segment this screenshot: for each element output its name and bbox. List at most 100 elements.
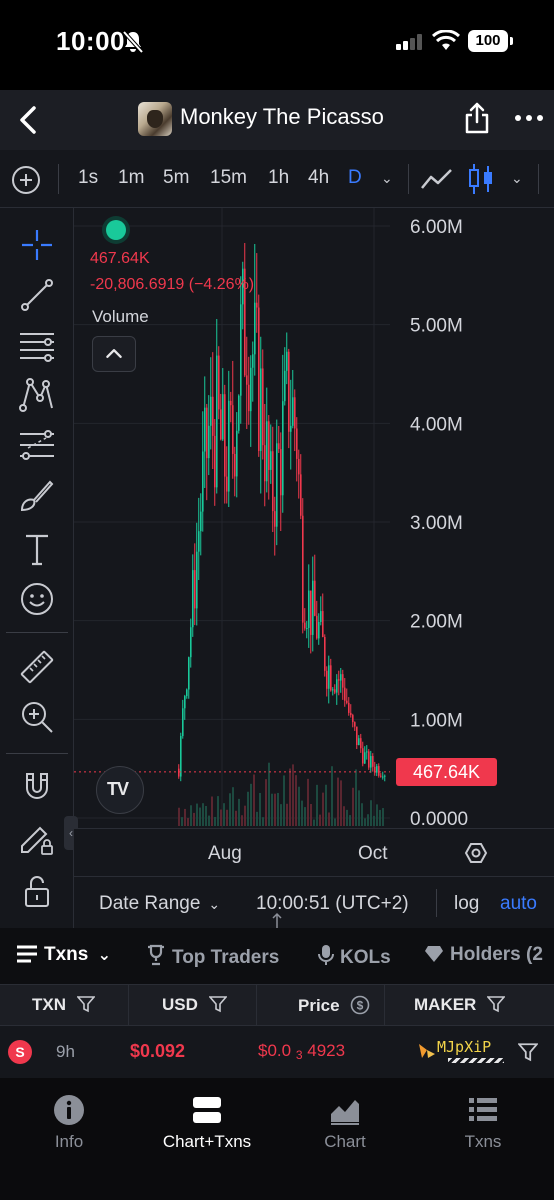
prediction-icon[interactable] <box>18 426 56 464</box>
candles-chart-type-icon[interactable] <box>466 162 496 196</box>
filter-icon[interactable] <box>207 995 228 1013</box>
trend-line-icon[interactable] <box>18 276 56 314</box>
horizontal-lines-icon[interactable] <box>18 326 56 364</box>
token-avatar <box>138 102 172 136</box>
candle-body <box>314 580 316 616</box>
svg-text:$: $ <box>357 999 364 1013</box>
timeframe-1m[interactable]: 1m <box>118 167 144 189</box>
timeframe-15m[interactable]: 15m <box>210 167 247 189</box>
divider <box>6 753 68 754</box>
volume-bar <box>190 805 192 826</box>
pattern-icon[interactable] <box>18 376 56 414</box>
ruler-icon[interactable] <box>18 648 56 686</box>
log-scale-toggle[interactable]: log <box>454 893 479 915</box>
collapse-legend-button[interactable] <box>92 336 136 372</box>
table-row[interactable]: S 9h $0.092 $0.0 3 4923 MJpXiP <box>0 1026 554 1078</box>
chart-type-dropdown-icon[interactable]: ⌄ <box>511 170 523 187</box>
volume-bar <box>238 798 240 826</box>
candle-body <box>278 443 280 450</box>
column-header-price[interactable]: Price $ <box>298 995 370 1016</box>
chart-settings-icon[interactable] <box>464 841 488 865</box>
share-button[interactable] <box>462 100 492 136</box>
auto-scale-toggle[interactable]: auto <box>500 893 537 915</box>
candle-body <box>208 425 210 459</box>
add-indicator-button[interactable] <box>12 166 40 194</box>
more-options-button[interactable] <box>514 106 544 130</box>
timeframe-4h[interactable]: 4h <box>308 167 329 189</box>
volume-bar <box>379 809 381 826</box>
chart-canvas[interactable]: 6.00M 5.00M 4.00M 3.00M 2.00M 1.00M 0.0000 <box>74 208 554 828</box>
y-tick-label: 1.00M <box>410 710 463 731</box>
filter-icon[interactable] <box>75 995 96 1013</box>
candle-body <box>258 307 260 451</box>
candle-body <box>268 421 270 470</box>
nav-info[interactable]: Info <box>0 1078 138 1168</box>
volume-bar <box>214 816 216 826</box>
tab-kols[interactable]: KOLs <box>318 944 391 969</box>
x-tick-label: Aug <box>208 843 242 864</box>
volume-bar <box>241 815 243 826</box>
time-axis[interactable]: Aug Oct <box>74 828 554 876</box>
timeframe-1s[interactable]: 1s <box>78 167 98 189</box>
magnet-icon[interactable] <box>18 768 56 806</box>
date-range-button[interactable]: Date Range ⌄ <box>99 893 220 915</box>
tab-txns[interactable]: Txns ⌄ <box>16 944 111 966</box>
candle-body <box>228 400 230 492</box>
zoom-in-icon[interactable] <box>18 698 56 736</box>
candle-body <box>334 689 336 693</box>
candle-body <box>186 689 188 697</box>
candle-body <box>220 409 222 440</box>
timeframe-dropdown-icon[interactable]: ⌄ <box>381 170 393 187</box>
back-button[interactable] <box>14 102 46 138</box>
candle-body <box>214 435 216 488</box>
volume-bar <box>181 817 183 826</box>
candle-body <box>364 752 366 764</box>
last-price-label: 467.64K <box>396 758 497 786</box>
column-header-price-label: Price <box>298 996 340 1015</box>
timeframe-d[interactable]: D <box>348 167 362 189</box>
price-prefix: $0.0 <box>258 1041 292 1060</box>
tab-top-traders[interactable]: Top Traders <box>146 944 279 969</box>
maker-address[interactable]: MJpXiP <box>437 1038 491 1056</box>
column-header-txn[interactable]: TXN <box>32 995 96 1015</box>
currency-toggle-icon[interactable]: $ <box>350 995 370 1015</box>
candle-body <box>348 702 350 713</box>
candle-body <box>216 355 218 488</box>
tab-holders[interactable]: Holders (2 <box>424 944 543 966</box>
line-chart-type-icon[interactable] <box>420 166 454 192</box>
candle-body <box>184 696 186 709</box>
filter-maker-icon[interactable] <box>518 1042 538 1062</box>
lock-drawing-icon[interactable] <box>18 820 56 858</box>
maker-wallet-icon <box>419 1044 435 1058</box>
candle-body <box>178 768 180 777</box>
candle-body <box>246 375 248 385</box>
divider <box>384 985 385 1027</box>
tradingview-logo-icon[interactable]: TV <box>96 766 144 814</box>
txn-price: $0.0 3 4923 <box>258 1041 345 1062</box>
emoji-icon[interactable] <box>18 580 56 618</box>
text-tool-icon[interactable] <box>18 530 56 568</box>
crosshair-icon[interactable] <box>18 226 56 264</box>
unlock-icon[interactable] <box>18 872 56 910</box>
live-indicator-icon <box>106 220 126 240</box>
nav-chart-txns[interactable]: Chart+Txns <box>138 1078 276 1168</box>
volume-bar <box>247 791 249 826</box>
y-tick-label: 3.00M <box>410 513 463 534</box>
nav-chart[interactable]: Chart <box>276 1078 414 1168</box>
volume-bar <box>319 814 321 826</box>
column-header-maker[interactable]: MAKER <box>414 995 506 1015</box>
filter-icon[interactable] <box>486 995 506 1013</box>
timeframe-1h[interactable]: 1h <box>268 167 289 189</box>
candle-body <box>270 451 272 470</box>
volume-bar <box>313 819 315 826</box>
brush-icon[interactable] <box>18 476 56 514</box>
timeframe-5m[interactable]: 5m <box>163 167 189 189</box>
volume-bar <box>325 784 327 826</box>
bell-muted-icon <box>122 30 144 54</box>
price-chart[interactable]: 6.00M 5.00M 4.00M 3.00M 2.00M 1.00M 0.0000 <box>74 208 554 828</box>
column-header-usd[interactable]: USD <box>162 995 228 1015</box>
column-header-maker-label: MAKER <box>414 995 477 1014</box>
volume-bar <box>226 809 228 826</box>
wifi-icon <box>432 30 460 50</box>
nav-txns[interactable]: Txns <box>414 1078 552 1168</box>
